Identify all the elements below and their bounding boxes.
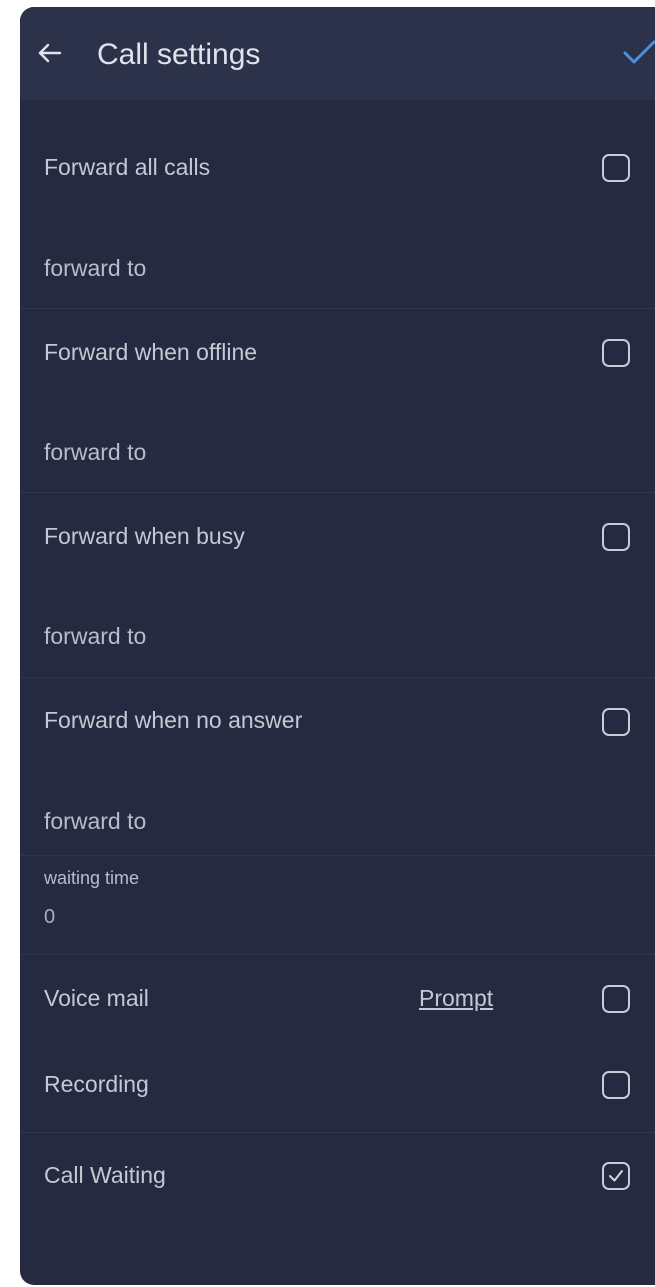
call-waiting-checkbox[interactable] xyxy=(602,1162,630,1190)
arrow-left-icon[interactable] xyxy=(36,39,64,67)
divider xyxy=(20,855,655,856)
forward-busy-label: Forward when busy xyxy=(44,523,245,549)
waiting-time-label: waiting time xyxy=(44,868,140,888)
forward-offline-label: Forward when offline xyxy=(44,339,258,365)
recording-label: Recording xyxy=(44,1071,149,1097)
check-icon xyxy=(609,1170,623,1182)
divider xyxy=(20,492,655,493)
page-title: Call settings xyxy=(97,38,261,71)
divider xyxy=(20,677,655,678)
prompt-link[interactable]: Prompt xyxy=(419,984,493,1012)
forward-busy-checkbox[interactable] xyxy=(602,523,630,551)
forward-all-target-field[interactable]: forward to xyxy=(44,254,146,282)
divider xyxy=(20,308,655,309)
call-settings-panel: Call settings Forward all calls forward … xyxy=(20,7,655,1285)
voice-mail-label: Voice mail xyxy=(44,985,149,1011)
forward-all-label: Forward all calls xyxy=(44,154,211,180)
checkmark-icon[interactable] xyxy=(620,39,655,69)
divider xyxy=(20,1132,655,1133)
forward-no-answer-checkbox[interactable] xyxy=(602,708,630,736)
forward-offline-target-field[interactable]: forward to xyxy=(44,438,146,466)
forward-all-checkbox[interactable] xyxy=(602,154,630,182)
divider xyxy=(20,954,655,955)
voice-mail-checkbox[interactable] xyxy=(602,985,630,1013)
call-waiting-label: Call Waiting xyxy=(44,1162,166,1188)
forward-offline-checkbox[interactable] xyxy=(602,339,630,367)
forward-no-answer-label: Forward when no answer xyxy=(44,707,303,733)
recording-checkbox[interactable] xyxy=(602,1071,630,1099)
forward-no-answer-target-field[interactable]: forward to xyxy=(44,807,146,835)
header-bar: Call settings xyxy=(20,7,655,100)
forward-busy-target-field[interactable]: forward to xyxy=(44,622,146,650)
waiting-time-field[interactable]: 0 xyxy=(44,905,55,929)
